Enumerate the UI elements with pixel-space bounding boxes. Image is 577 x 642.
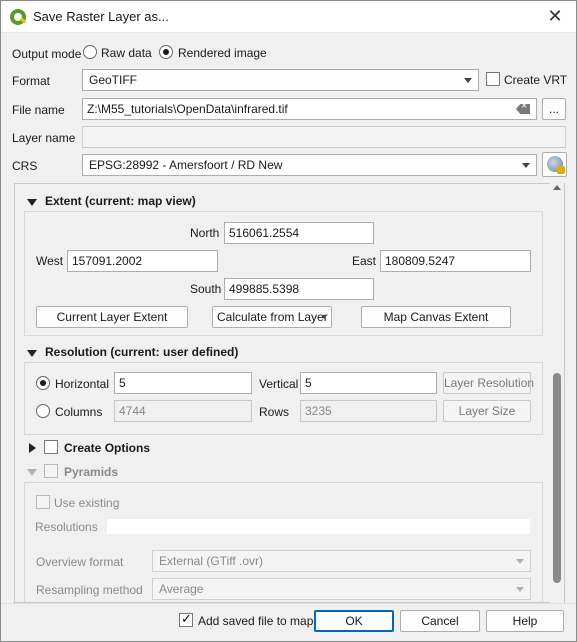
- rows-label: Rows: [259, 405, 290, 419]
- south-label: South: [190, 282, 222, 296]
- current-layer-extent-button[interactable]: Current Layer Extent: [36, 306, 188, 328]
- chevron-down-icon: [516, 587, 524, 592]
- resolutions-label: Resolutions: [35, 520, 98, 534]
- layer-resolution-button[interactable]: Layer Resolution: [443, 372, 534, 394]
- west-label: West: [36, 254, 64, 268]
- globe-crs-icon: [547, 156, 565, 174]
- north-label: North: [190, 226, 220, 240]
- collapse-pyramids-icon[interactable]: [27, 469, 37, 476]
- rows-input[interactable]: 3235: [300, 400, 437, 422]
- resampling-method-select[interactable]: Average: [152, 578, 531, 600]
- clear-icon[interactable]: [516, 104, 530, 114]
- scrollbar-thumb[interactable]: [553, 373, 561, 583]
- columns-label[interactable]: Columns: [55, 405, 102, 419]
- overview-format-label: Overview format: [36, 555, 124, 569]
- browse-button[interactable]: ...: [542, 98, 566, 120]
- east-input[interactable]: 180809.5247: [380, 250, 531, 272]
- window-title: Save Raster Layer as...: [33, 9, 169, 24]
- help-button[interactable]: Help: [486, 610, 564, 632]
- use-existing-label[interactable]: Use existing: [54, 496, 119, 510]
- qgis-logo-icon: [10, 9, 26, 25]
- ok-button[interactable]: OK: [314, 610, 394, 632]
- resolutions-input[interactable]: [106, 518, 531, 535]
- cancel-button[interactable]: Cancel: [400, 610, 480, 632]
- layer-size-button[interactable]: Layer Size: [443, 400, 531, 422]
- overview-format-select[interactable]: External (GTiff .ovr): [152, 550, 531, 572]
- close-icon[interactable]: ✕: [544, 5, 566, 27]
- save-raster-dialog: Save Raster Layer as... ✕ Output mode Ra…: [0, 0, 577, 642]
- extent-group: North 516061.2554 West 157091.2002 East …: [24, 211, 543, 336]
- pyramids-group: Use existing Resolutions Overview format…: [24, 482, 543, 602]
- format-select[interactable]: GeoTIFF: [82, 69, 479, 91]
- create-vrt-checkbox[interactable]: [486, 72, 500, 86]
- file-name-input[interactable]: Z:\M55_tutorials\OpenData\infrared.tif: [82, 98, 537, 120]
- add-saved-file-checkbox[interactable]: [179, 611, 193, 627]
- create-options-title[interactable]: Create Options: [64, 441, 150, 455]
- rendered-image-label[interactable]: Rendered image: [178, 46, 267, 60]
- select-crs-button[interactable]: [542, 152, 567, 177]
- footer-divider: [1, 603, 576, 604]
- chevron-down-icon: [516, 559, 524, 564]
- collapse-resolution-icon[interactable]: [27, 350, 37, 357]
- add-saved-file-label[interactable]: Add saved file to map: [198, 614, 313, 628]
- west-input[interactable]: 157091.2002: [67, 250, 218, 272]
- chevron-down-icon: [321, 315, 327, 319]
- resolution-group-title[interactable]: Resolution (current: user defined): [45, 345, 238, 359]
- crs-select[interactable]: EPSG:28992 - Amersfoort / RD New: [82, 154, 537, 176]
- resampling-method-value: Average: [159, 582, 204, 596]
- pyramids-checkbox[interactable]: [44, 464, 58, 478]
- extent-group-title[interactable]: Extent (current: map view): [45, 194, 196, 208]
- format-value: GeoTIFF: [89, 73, 138, 87]
- vertical-label: Vertical: [259, 377, 299, 391]
- columns-radio[interactable]: [36, 404, 50, 418]
- output-mode-label: Output mode: [12, 47, 82, 61]
- vertical-scrollbar[interactable]: [550, 183, 564, 603]
- north-input[interactable]: 516061.2554: [224, 222, 374, 244]
- create-vrt-label[interactable]: Create VRT: [504, 73, 567, 87]
- columns-input[interactable]: 4744: [114, 400, 252, 422]
- layer-name-label: Layer name: [12, 131, 76, 145]
- scroll-up-icon[interactable]: [553, 185, 561, 190]
- vertical-input[interactable]: 5: [300, 372, 437, 394]
- south-input[interactable]: 499885.5398: [224, 278, 374, 300]
- chevron-down-icon: [464, 78, 472, 83]
- map-canvas-extent-button[interactable]: Map Canvas Extent: [361, 306, 511, 328]
- horizontal-radio[interactable]: [36, 376, 50, 390]
- create-options-checkbox[interactable]: [44, 440, 58, 454]
- crs-label: CRS: [12, 159, 38, 173]
- raw-data-radio[interactable]: [83, 45, 97, 59]
- use-existing-checkbox[interactable]: [36, 495, 50, 509]
- raw-data-label[interactable]: Raw data: [101, 46, 152, 60]
- format-label: Format: [12, 74, 51, 88]
- layer-name-input[interactable]: [82, 126, 566, 148]
- resolution-group: Horizontal 5 Vertical 5 Layer Resolution…: [24, 362, 543, 435]
- east-label: East: [352, 254, 377, 268]
- chevron-down-icon: [522, 163, 530, 168]
- resampling-method-label: Resampling method: [36, 583, 143, 597]
- options-scroll-area: Extent (current: map view) North 516061.…: [14, 183, 565, 603]
- calculate-from-layer-label: Calculate from Layer: [217, 310, 328, 324]
- horizontal-label[interactable]: Horizontal: [55, 377, 109, 391]
- crs-value: EPSG:28992 - Amersfoort / RD New: [89, 158, 283, 172]
- file-name-value: Z:\M55_tutorials\OpenData\infrared.tif: [87, 102, 288, 116]
- title-bar: Save Raster Layer as... ✕: [1, 1, 576, 33]
- rendered-image-radio[interactable]: [159, 45, 173, 59]
- expand-create-options-icon[interactable]: [29, 443, 36, 453]
- overview-format-value: External (GTiff .ovr): [159, 554, 264, 568]
- collapse-extent-icon[interactable]: [27, 199, 37, 206]
- pyramids-title[interactable]: Pyramids: [64, 465, 118, 479]
- calculate-from-layer-button[interactable]: Calculate from Layer: [212, 306, 332, 328]
- horizontal-input[interactable]: 5: [114, 372, 252, 394]
- file-name-label: File name: [12, 103, 65, 117]
